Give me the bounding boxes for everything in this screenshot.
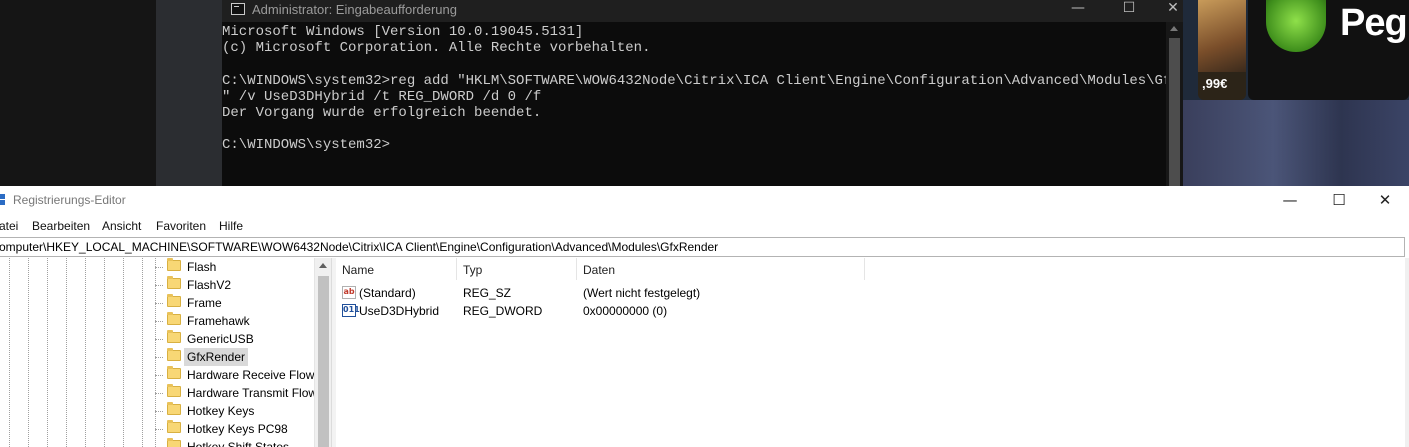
column-header-name[interactable]: Name xyxy=(336,258,457,280)
menu-edit[interactable]: Bearbeiten xyxy=(32,219,90,233)
registry-editor-icon xyxy=(0,194,6,208)
address-bar[interactable]: omputer\HKEY_LOCAL_MACHINE\SOFTWARE\WOW6… xyxy=(0,237,1405,257)
window-edge xyxy=(1405,258,1409,447)
tree-scrollbar[interactable] xyxy=(314,258,331,447)
tree-item-label: FlashV2 xyxy=(187,278,232,292)
minimize-button[interactable]: — xyxy=(1267,186,1313,216)
folder-icon xyxy=(167,366,181,379)
store-banner-art xyxy=(1183,100,1409,186)
key-tree[interactable]: Flash FlashV2 Frame Framehawk GenericUSB… xyxy=(0,258,331,447)
game-title-fragment: Peg xyxy=(1340,2,1408,44)
maximize-button[interactable]: ☐ xyxy=(1106,0,1152,22)
console-output[interactable]: Microsoft Windows [Version 10.0.19045.51… xyxy=(222,24,1180,154)
window-title: Registrierungs-Editor xyxy=(13,193,126,207)
value-type: REG_DWORD xyxy=(463,304,543,318)
game-price: ,99€ xyxy=(1202,76,1228,91)
goblin-mascot-image xyxy=(1266,0,1326,52)
value-type: REG_SZ xyxy=(463,286,512,300)
tree-item-label: Flash xyxy=(187,260,217,274)
menu-file[interactable]: atei xyxy=(0,219,18,233)
binary-value-icon: 011 xyxy=(342,304,360,317)
console-scrollbar[interactable] xyxy=(1166,22,1183,188)
folder-icon xyxy=(167,258,181,271)
command-prompt-titlebar[interactable]: Administrator: Eingabeaufforderung — ☐ ✕ xyxy=(222,0,1183,22)
close-button[interactable]: ✕ xyxy=(1362,186,1408,216)
folder-icon xyxy=(167,348,181,361)
menu-view[interactable]: Ansicht xyxy=(102,219,141,233)
console-line: Microsoft Windows [Version 10.0.19045.51… xyxy=(222,24,584,40)
scrollbar-thumb[interactable] xyxy=(318,276,329,447)
string-value-icon: ab xyxy=(342,286,356,299)
tree-guide-line xyxy=(85,258,86,447)
game-cover-art xyxy=(1198,0,1246,72)
value-name: (Standard) xyxy=(359,286,416,300)
tree-guide-line xyxy=(9,258,10,447)
value-data: 0x00000000 (0) xyxy=(583,304,668,318)
tree-item-label: Hotkey Shift States xyxy=(187,440,290,447)
tree-guide-line xyxy=(123,258,124,447)
value-row[interactable]: ab (Standard) REG_SZ (Wert nicht festgel… xyxy=(336,284,936,302)
value-name: UseD3DHybrid xyxy=(359,304,440,318)
command-prompt-window[interactable]: Administrator: Eingabeaufforderung — ☐ ✕… xyxy=(222,0,1183,188)
tree-guide-line xyxy=(28,258,29,447)
tree-item-label: GfxRender xyxy=(184,348,249,366)
store-background-window: ,99€ Peg xyxy=(1183,0,1409,186)
tree-item-label: Hotkey Keys xyxy=(187,404,255,418)
folder-icon xyxy=(167,420,181,433)
close-button[interactable]: ✕ xyxy=(1150,0,1196,22)
maximize-button[interactable]: ☐ xyxy=(1316,186,1362,216)
console-line: " /v UseD3DHybrid /t REG_DWORD /d 0 /f xyxy=(222,88,542,105)
column-header-data[interactable]: Daten xyxy=(577,258,865,280)
scrollbar-thumb[interactable] xyxy=(1169,38,1180,188)
folder-icon xyxy=(167,330,181,343)
console-line: C:\WINDOWS\system32>reg add "HKLM\SOFTWA… xyxy=(222,72,1180,89)
folder-icon xyxy=(167,402,181,415)
console-line: Der Vorgang wurde erfolgreich beendet. xyxy=(222,105,542,122)
folder-icon xyxy=(167,438,181,447)
tree-item-label: GenericUSB xyxy=(187,332,254,346)
tree-item-label: Hardware Transmit Flow xyxy=(187,386,318,400)
address-path: omputer\HKEY_LOCAL_MACHINE\SOFTWARE\WOW6… xyxy=(0,240,719,254)
scroll-up-arrow-icon[interactable] xyxy=(1170,26,1178,31)
tree-guide-line xyxy=(104,258,105,447)
value-data: (Wert nicht festgelegt) xyxy=(583,286,701,300)
menu-help[interactable]: Hilfe xyxy=(219,219,243,233)
folder-icon xyxy=(167,312,181,325)
window-title: Administrator: Eingabeaufforderung xyxy=(252,2,457,17)
registry-editor-window[interactable]: Registrierungs-Editor — ☐ ✕ atei Bearbei… xyxy=(0,186,1409,447)
folder-icon xyxy=(167,276,181,289)
folder-icon xyxy=(167,294,181,307)
menu-favorites[interactable]: Favoriten xyxy=(156,219,206,233)
console-prompt: C:\WINDOWS\system32> xyxy=(222,137,391,154)
tree-item-label: Hardware Receive Flow xyxy=(187,368,315,382)
column-header-type[interactable]: Typ xyxy=(457,258,577,280)
taskbar-strip xyxy=(156,0,222,186)
console-icon xyxy=(231,3,245,15)
value-row[interactable]: 011 UseD3DHybrid REG_DWORD 0x00000000 (0… xyxy=(336,302,936,320)
store-game-card-featured[interactable]: Peg xyxy=(1248,0,1409,100)
desktop-background xyxy=(0,0,156,186)
tree-guide-line xyxy=(155,258,156,447)
minimize-button[interactable]: — xyxy=(1055,0,1101,22)
tree-guide-line xyxy=(142,258,143,447)
console-line: (c) Microsoft Corporation. Alle Rechte v… xyxy=(222,40,651,57)
tree-guide-line xyxy=(66,258,67,447)
tree-guide-line xyxy=(47,258,48,447)
scroll-up-arrow-icon[interactable] xyxy=(319,263,327,268)
store-game-card[interactable]: ,99€ xyxy=(1198,0,1246,100)
menu-bar: atei Bearbeiten Ansicht Favoriten Hilfe xyxy=(0,216,1409,236)
tree-item-label: Framehawk xyxy=(187,314,250,328)
folder-icon xyxy=(167,384,181,397)
tree-item-label: Hotkey Keys PC98 xyxy=(187,422,288,436)
tree-item-label: Frame xyxy=(187,296,222,310)
registry-editor-titlebar[interactable]: Registrierungs-Editor — ☐ ✕ xyxy=(0,186,1409,216)
values-list[interactable]: Name Typ Daten ab (Standard) REG_SZ (Wer… xyxy=(336,258,1409,447)
